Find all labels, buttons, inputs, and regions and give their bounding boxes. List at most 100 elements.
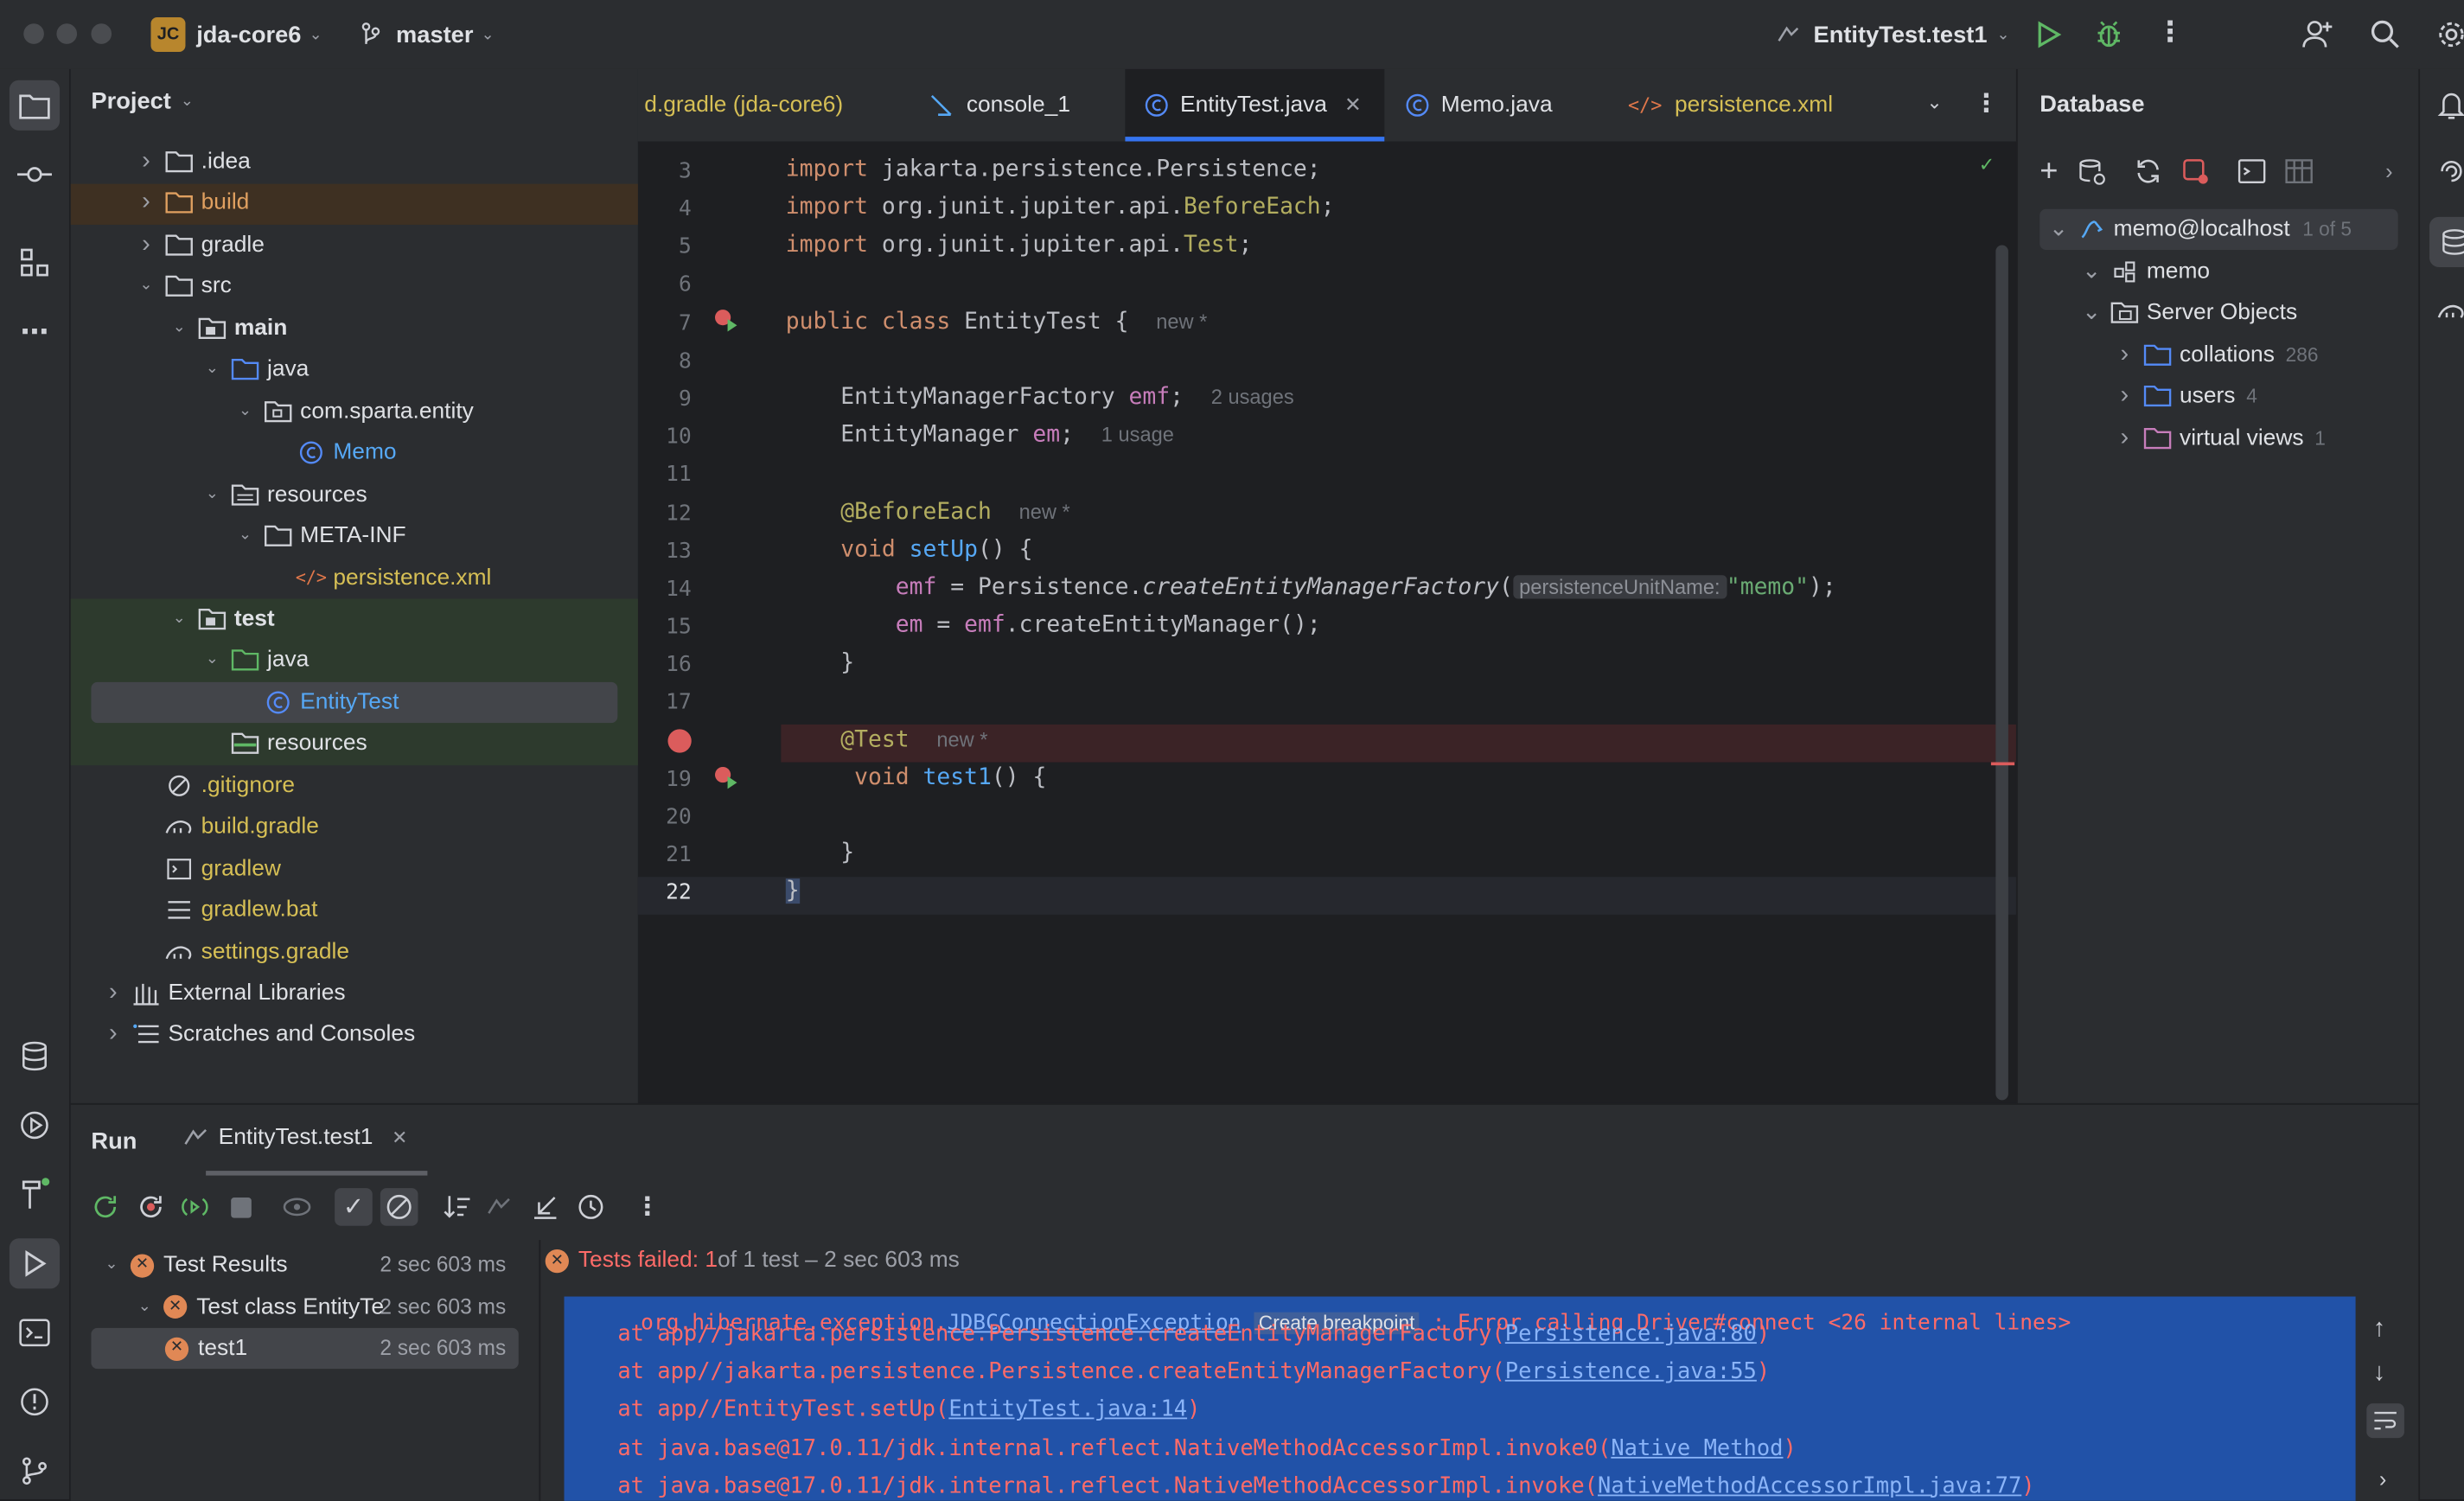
show-passed-toggle[interactable]: ✓ bbox=[335, 1188, 373, 1226]
breakpoint-icon[interactable] bbox=[667, 729, 692, 753]
tree-item[interactable]: gradlew.bat bbox=[133, 890, 317, 930]
tree-item[interactable]: › .idea bbox=[133, 142, 251, 182]
tree-item[interactable]: ⌄ com.sparta.entity bbox=[233, 391, 474, 431]
tree-item[interactable]: ⌄ META-INF bbox=[233, 515, 406, 556]
commit-tool-button[interactable] bbox=[10, 150, 60, 200]
run-tool-button[interactable] bbox=[9, 1238, 61, 1289]
services-tool-button[interactable] bbox=[10, 1100, 60, 1150]
chevron-down-icon[interactable]: ⌄ bbox=[233, 399, 258, 424]
close-icon[interactable]: ✕ bbox=[1344, 93, 1362, 118]
run-test-gutter-icon[interactable] bbox=[713, 765, 738, 790]
chevron-down-icon[interactable]: ⌄ bbox=[133, 274, 158, 299]
console-icon[interactable] bbox=[2237, 157, 2266, 186]
data-source-properties-icon[interactable] bbox=[2077, 157, 2105, 186]
database-tool-button[interactable] bbox=[10, 1031, 60, 1081]
add-user-icon[interactable] bbox=[2301, 17, 2335, 52]
debug-icon[interactable] bbox=[2093, 19, 2124, 50]
db-object-node[interactable]: › users 4 bbox=[2112, 376, 2257, 417]
project-switcher[interactable]: JC jda-core6 ⌄ bbox=[150, 16, 322, 52]
more-actions-icon[interactable]: ⋮ bbox=[629, 1188, 667, 1226]
rerun-failed-icon[interactable] bbox=[132, 1188, 170, 1226]
add-icon[interactable]: + bbox=[2040, 156, 2058, 187]
chevron-right-icon[interactable]: › bbox=[2112, 382, 2137, 409]
tab-entitytest-java[interactable]: EntityTest.java ✕ bbox=[1125, 68, 1385, 142]
show-passed-icon[interactable] bbox=[278, 1188, 316, 1226]
build-tool-button[interactable] bbox=[10, 1169, 60, 1219]
tab-build-gradle[interactable]: d.gradle (jda-core6) bbox=[644, 69, 843, 142]
console-link[interactable]: Native Method bbox=[1611, 1436, 1783, 1461]
stop-icon[interactable] bbox=[221, 1188, 259, 1226]
window-zoom-button[interactable] bbox=[91, 23, 112, 44]
more-actions-icon[interactable]: ⋮ bbox=[2156, 16, 2185, 48]
console-link[interactable]: NativeMethodAccessorImpl.java:77 bbox=[1598, 1474, 2021, 1499]
chevron-down-icon[interactable]: ⌄ bbox=[233, 523, 258, 548]
splitter[interactable] bbox=[539, 1240, 541, 1501]
chevron-down-icon[interactable]: ⌄ bbox=[99, 1253, 124, 1278]
console-link[interactable]: Persistence.java:55 bbox=[1505, 1360, 1757, 1385]
tree-item[interactable]: Memo bbox=[265, 432, 397, 473]
terminal-tool-button[interactable] bbox=[10, 1307, 60, 1357]
run-icon[interactable] bbox=[2033, 21, 2062, 49]
schema-node[interactable]: ⌄ memo bbox=[2079, 252, 2210, 292]
tree-item[interactable]: › build bbox=[133, 183, 249, 224]
arrow-up-icon[interactable]: ↑ bbox=[2373, 1315, 2386, 1344]
test-tree-item[interactable]: ⌄ ✕ Test class EntityTe 2 sec 603 ms bbox=[132, 1287, 513, 1327]
git-tool-button[interactable] bbox=[10, 1446, 60, 1496]
tab-memo-java[interactable]: Memo.java bbox=[1405, 69, 1553, 142]
tree-item[interactable]: EntityTest bbox=[233, 682, 399, 723]
tree-item[interactable]: › External Libraries bbox=[100, 973, 346, 1013]
show-ignored-toggle[interactable] bbox=[380, 1188, 418, 1226]
tree-item[interactable]: .gitignore bbox=[133, 765, 295, 806]
chevron-down-icon[interactable]: ⌄ bbox=[200, 357, 225, 382]
usages-hint[interactable]: 2 usages bbox=[1211, 385, 1294, 408]
chevron-down-icon[interactable]: ⌄ bbox=[1926, 91, 1942, 112]
run-test-gutter-icon[interactable] bbox=[713, 308, 738, 333]
chevron-right-icon[interactable]: › bbox=[2385, 159, 2392, 184]
ai-assistant-icon[interactable] bbox=[2437, 157, 2464, 186]
import-tests-icon[interactable] bbox=[482, 1188, 520, 1226]
connection-node[interactable]: ⌄ memo@localhost 1 of 5 bbox=[2046, 209, 2352, 250]
code-editor[interactable]: 3 4 5 6 7 8 9 10 11 12 13 14 15 16 17 19 20 21 22 ✓ import… bbox=[637, 141, 2016, 1103]
window-minimize-button[interactable] bbox=[56, 23, 78, 44]
project-panel-header[interactable]: Project ⌄ bbox=[91, 88, 194, 115]
code-vision-hint[interactable]: new * bbox=[936, 728, 987, 751]
tree-item[interactable]: resources bbox=[200, 724, 367, 764]
disconnect-icon[interactable] bbox=[2180, 157, 2209, 186]
tree-item[interactable]: ⌄ src bbox=[133, 266, 231, 307]
notifications-icon[interactable] bbox=[2437, 90, 2464, 121]
more-tools-icon[interactable]: ⋯ bbox=[10, 306, 60, 356]
db-object-node[interactable]: › virtual views 1 bbox=[2112, 418, 2326, 458]
gradle-icon[interactable] bbox=[2437, 298, 2464, 323]
toggle-auto-test-icon[interactable] bbox=[176, 1188, 214, 1226]
db-object-node[interactable]: › collations 286 bbox=[2112, 335, 2319, 375]
branch-switcher[interactable]: master ⌄ bbox=[358, 17, 495, 52]
structure-tool-button[interactable] bbox=[10, 237, 60, 287]
chevron-right-icon[interactable]: › bbox=[133, 148, 158, 175]
code-vision-hint[interactable]: new * bbox=[1019, 500, 1070, 523]
tree-item[interactable]: ⌄ java bbox=[200, 640, 310, 680]
chevron-right-icon[interactable]: › bbox=[100, 979, 125, 1006]
chevron-down-icon[interactable]: ⌄ bbox=[132, 1294, 157, 1319]
tab-console-1[interactable]: console_1 bbox=[929, 69, 1070, 142]
editor-scrollbar[interactable] bbox=[1995, 245, 2008, 1101]
tree-item[interactable]: › Scratches and Consoles bbox=[100, 1014, 415, 1055]
tree-item[interactable]: gradlew bbox=[133, 848, 281, 889]
console-output[interactable]: org.hibernate.exception.JDBCConnectionEx… bbox=[564, 1296, 2356, 1501]
tree-item[interactable]: ⌄ resources bbox=[200, 474, 367, 514]
run-config-selector[interactable]: EntityTest.test1 ⌄ bbox=[1776, 17, 2010, 52]
tree-item[interactable]: </> persistence.xml bbox=[265, 557, 492, 597]
run-tab-entitytest[interactable]: EntityTest.test1 ✕ bbox=[184, 1125, 408, 1150]
chevron-down-icon[interactable]: ⌄ bbox=[167, 606, 192, 631]
tab-persistence-xml[interactable]: </> persistence.xml bbox=[1628, 69, 1833, 142]
code-vision-hint[interactable]: new * bbox=[1156, 310, 1207, 333]
chevron-right-icon[interactable]: › bbox=[2379, 1466, 2386, 1491]
search-icon[interactable] bbox=[2370, 19, 2401, 50]
tree-item[interactable]: build.gradle bbox=[133, 807, 319, 847]
rerun-icon[interactable] bbox=[86, 1188, 124, 1226]
refresh-icon[interactable] bbox=[2134, 157, 2162, 186]
chevron-right-icon[interactable]: › bbox=[2112, 341, 2137, 367]
test-tree-item[interactable]: ⌄ ✕ Test Results 2 sec 603 ms bbox=[99, 1245, 513, 1286]
sort-icon[interactable] bbox=[438, 1188, 476, 1226]
tree-item[interactable]: ⌄ java bbox=[200, 349, 310, 390]
problems-tool-button[interactable] bbox=[10, 1376, 60, 1427]
